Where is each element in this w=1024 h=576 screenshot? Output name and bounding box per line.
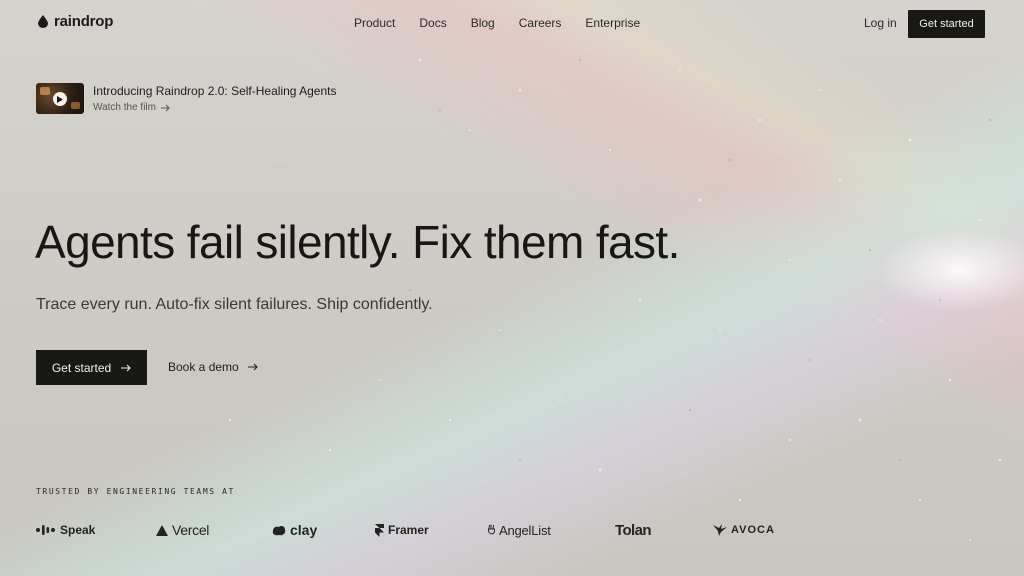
watch-film-label: Watch the film — [93, 102, 156, 113]
announcement-title: Introducing Raindrop 2.0: Self-Healing A… — [93, 84, 337, 98]
speak-icon — [36, 525, 55, 535]
nav-link-careers[interactable]: Careers — [519, 16, 562, 30]
logo-vercel: Vercel — [156, 518, 209, 542]
logo-avoca-text: AVOCA — [731, 524, 775, 536]
hero-headline: Agents fail silently. Fix them fast. — [35, 216, 680, 268]
book-demo-label: Book a demo — [168, 360, 239, 374]
book-demo-button[interactable]: Book a demo — [168, 360, 258, 374]
nav-link-blog[interactable]: Blog — [471, 16, 495, 30]
logo-angellist-text: AngelList — [499, 522, 551, 538]
hero-subheadline: Trace every run. Auto-fix silent failure… — [36, 296, 433, 313]
brand-name: raindrop — [54, 13, 114, 30]
logo-framer: Framer — [375, 518, 429, 542]
top-navigation: raindrop Product Docs Blog Careers Enter… — [0, 0, 1024, 48]
play-icon — [53, 92, 67, 106]
nav-get-started-button[interactable]: Get started — [908, 10, 985, 38]
logo-framer-text: Framer — [388, 523, 429, 537]
nav-link-enterprise[interactable]: Enterprise — [585, 16, 640, 30]
announcement-text: Introducing Raindrop 2.0: Self-Healing A… — [93, 83, 337, 114]
arrow-right-icon — [121, 364, 131, 371]
customer-logos: Speak Vercel clay Framer AngelList Tolan… — [0, 518, 1024, 542]
vercel-triangle-icon — [156, 524, 168, 536]
logo-tolan: Tolan — [615, 518, 651, 542]
arrow-right-icon — [247, 363, 258, 371]
angellist-hand-icon — [488, 524, 495, 535]
watch-film-link[interactable]: Watch the film — [93, 102, 337, 113]
brand-logo[interactable]: raindrop — [38, 13, 113, 30]
arrow-right-icon — [160, 104, 170, 111]
announcement-banner[interactable]: Introducing Raindrop 2.0: Self-Healing A… — [36, 83, 337, 114]
raindrop-icon — [38, 15, 48, 28]
logo-clay: clay — [272, 518, 317, 542]
logo-tolan-text: Tolan — [615, 521, 651, 539]
video-thumbnail[interactable] — [36, 83, 84, 114]
logo-speak-text: Speak — [60, 523, 96, 537]
clay-icon — [272, 525, 286, 535]
framer-icon — [375, 523, 384, 537]
logo-vercel-text: Vercel — [172, 522, 210, 538]
get-started-label: Get started — [51, 360, 112, 375]
logo-angellist: AngelList — [488, 518, 551, 542]
nav-links: Product Docs Blog Careers Enterprise — [354, 16, 640, 30]
nav-link-product[interactable]: Product — [354, 16, 395, 30]
logo-speak: Speak — [36, 518, 95, 542]
logo-avoca: AVOCA — [713, 518, 775, 542]
login-link[interactable]: Log in — [864, 16, 897, 30]
trusted-by-label: TRUSTED BY ENGINEERING TEAMS AT — [36, 487, 235, 496]
logo-clay-text: clay — [290, 522, 318, 538]
avoca-bird-icon — [713, 524, 727, 536]
nav-link-docs[interactable]: Docs — [419, 16, 446, 30]
get-started-button[interactable]: Get started — [36, 350, 147, 385]
